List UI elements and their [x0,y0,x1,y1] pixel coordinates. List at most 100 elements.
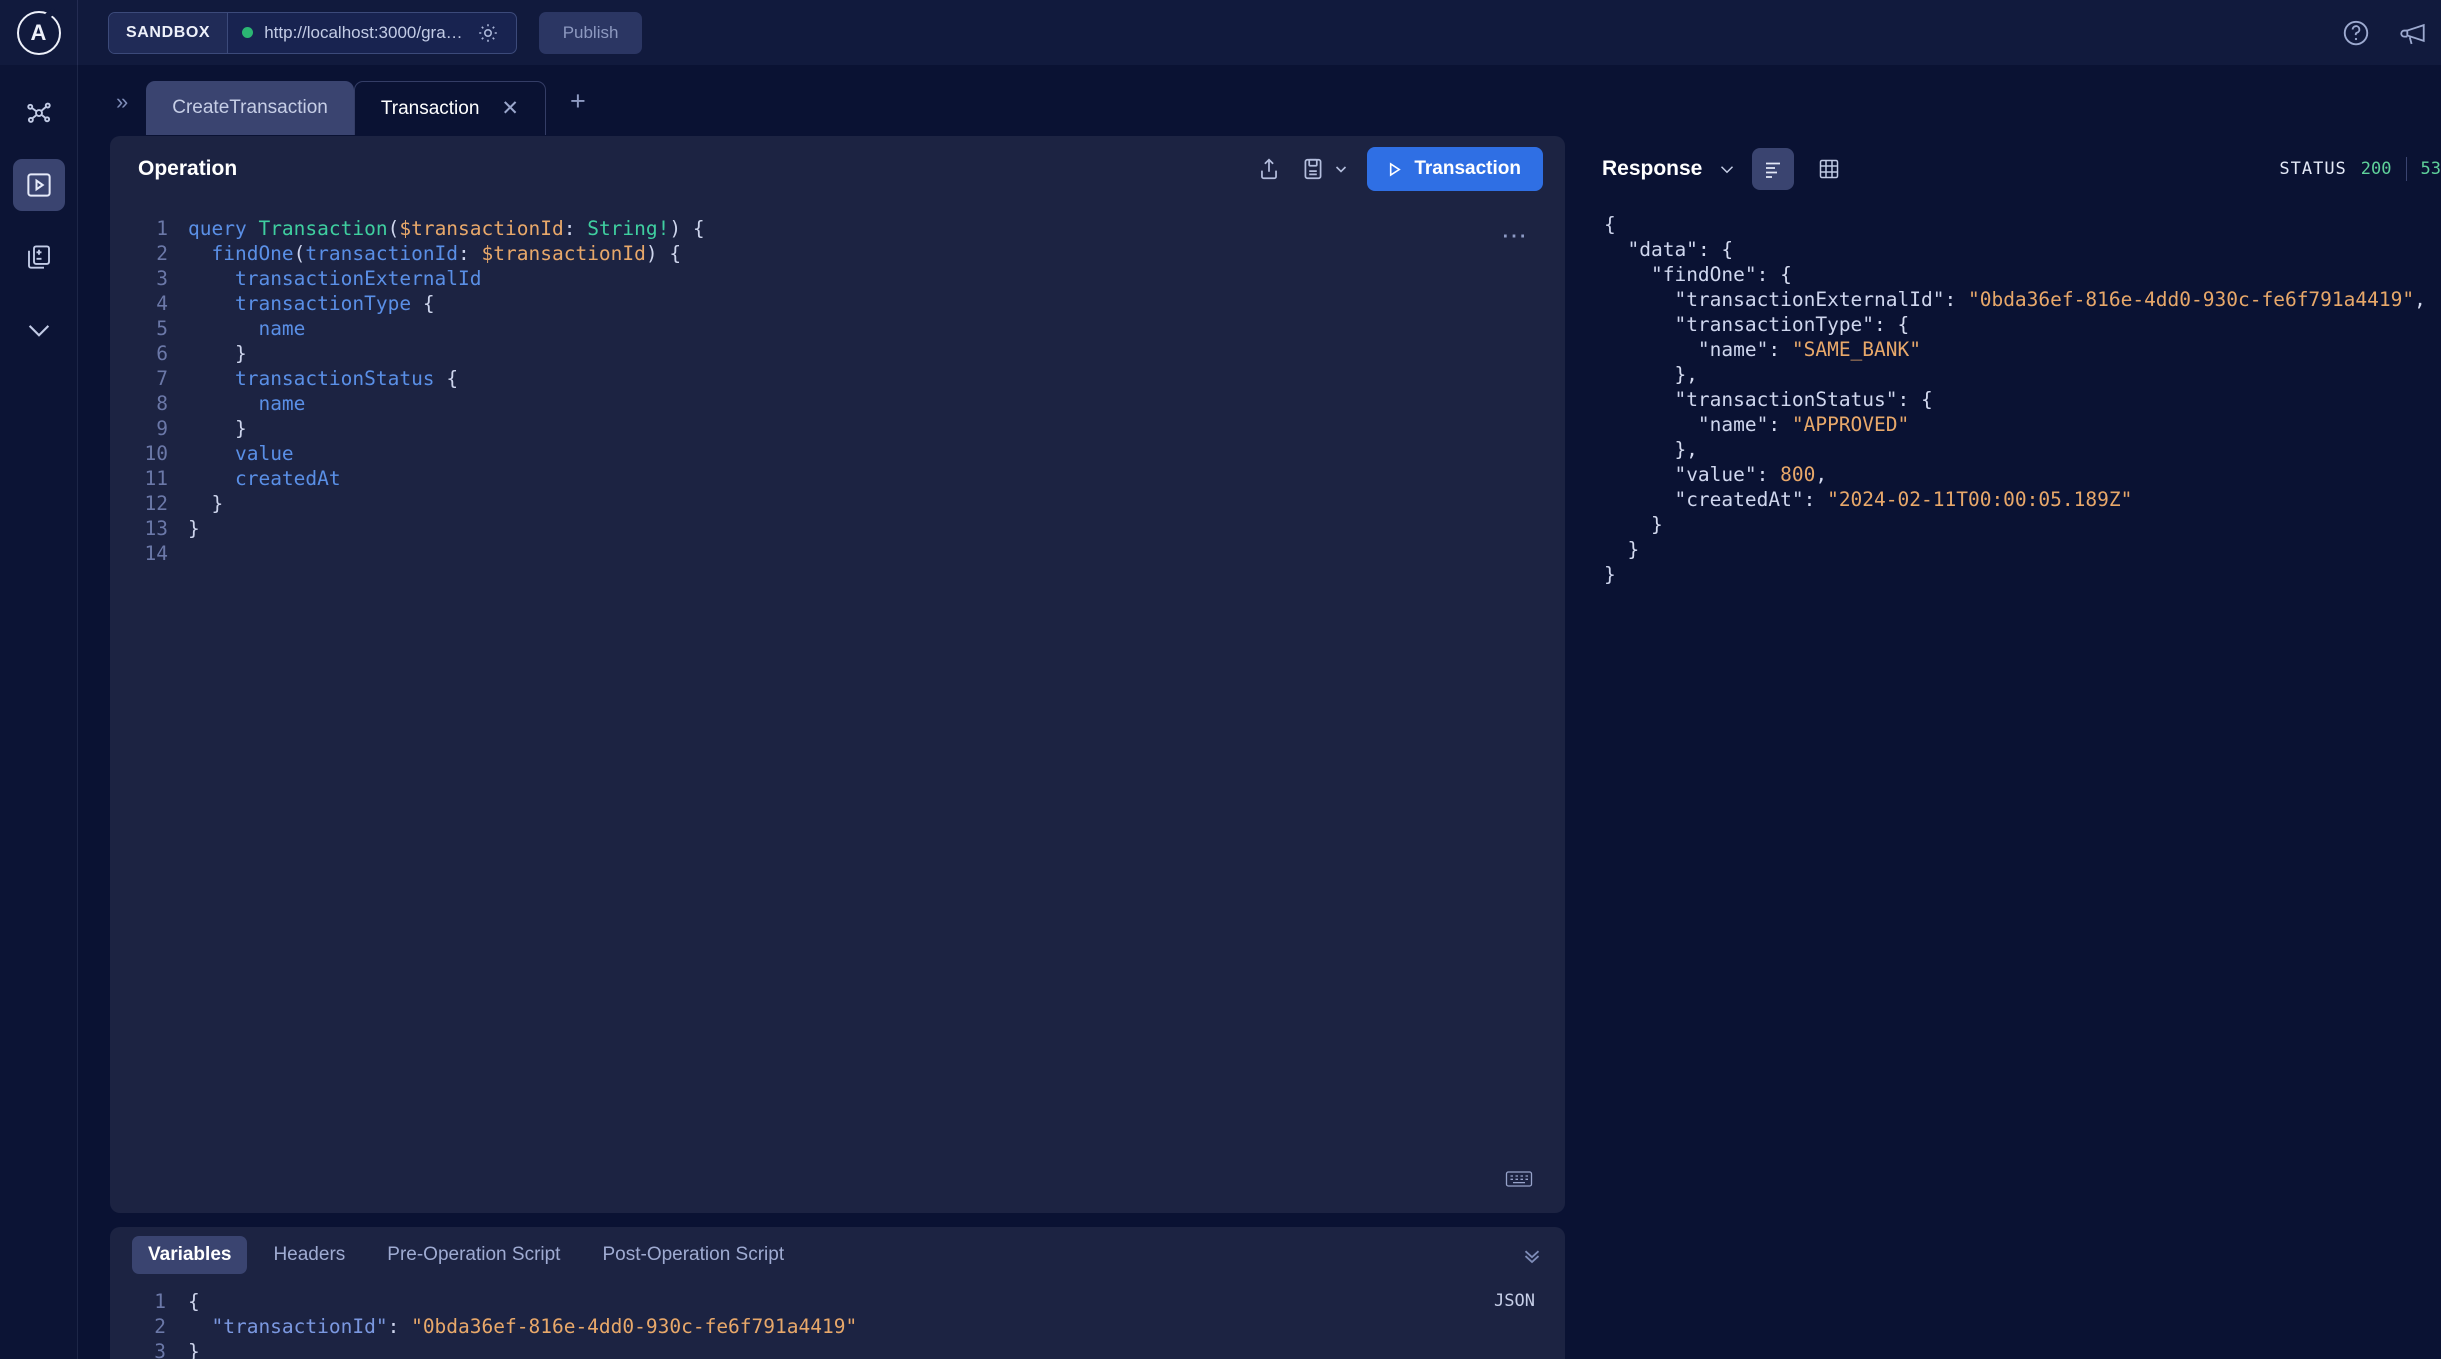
response-line: "value": 800, [1674,463,1828,486]
response-table-view-button[interactable] [1808,148,1850,190]
line-number: 14 [144,542,168,565]
line-number: 2 [156,242,168,265]
operation-editor[interactable]: ⋯ 1 query Transaction($transactionId: Str… [110,202,1565,1213]
save-button[interactable] [1300,156,1349,182]
sidebar-item-collections[interactable] [13,231,65,283]
chevron-double-down-icon[interactable] [1519,1242,1545,1268]
run-operation-label: Transaction [1414,158,1521,179]
megaphone-icon[interactable] [2397,18,2431,48]
run-operation-button[interactable]: Transaction [1367,147,1543,191]
code-content: createdAt [234,467,341,490]
tab-post-operation-script[interactable]: Post-Operation Script [586,1236,800,1274]
response-status: STATUS 200 53 [2279,157,2441,181]
variables-panel: Variables Headers Pre-Operation Script P… [110,1227,1565,1359]
chevron-down-icon[interactable] [1333,161,1349,177]
code-content: transactionExternalId [234,267,482,290]
code-line: 1 query Transaction($transactionId: Strin… [110,216,1565,241]
code-line: 13} [110,516,1565,541]
operation-panel: Operation Transaction ⋯ 1 query Transact… [110,136,1565,1213]
sidebar-item-schema[interactable] [13,87,65,139]
operation-header: Operation Transaction [110,136,1565,202]
code-line: 4 transactionType { [110,291,1565,316]
variables-content: { [188,1290,200,1313]
response-line: "name": "APPROVED" [1697,413,1910,436]
status-code: 200 [2360,159,2392,179]
response-line: "createdAt": "2024-02-11T00:00:05.189Z" [1674,488,2133,511]
response-json-view-button[interactable] [1752,148,1795,190]
gear-icon[interactable] [474,21,504,45]
logo-letter: A [30,19,47,45]
variables-line: 2 "transactionId": "0bda36ef-816e-4dd0-9… [110,1314,1565,1339]
endpoint-field[interactable]: http://localhost:3000/gra… [228,13,515,53]
code-content: } [234,417,247,440]
code-content: query Transaction($transactionId: String… [188,217,705,240]
response-line: }, [1604,438,1698,461]
tab-create-transaction[interactable]: CreateTransaction [146,81,354,135]
code-line: 5 name [110,316,1565,341]
tab-headers[interactable]: Headers [257,1236,361,1274]
line-number: 9 [156,417,168,440]
response-title: Response [1602,157,1703,180]
code-line: 7 transactionStatus { [110,366,1565,391]
response-time: 53 [2420,159,2441,179]
tab-label: CreateTransaction [172,97,328,118]
close-icon[interactable]: ✕ [501,98,519,119]
app-logo[interactable]: A [0,0,78,65]
variables-line: 3} [110,1339,1565,1359]
code-content: } [188,517,200,540]
chevron-double-right-icon[interactable]: » [108,89,146,135]
sandbox-chip[interactable]: SANDBOX [109,12,229,53]
top-bar-actions [2341,18,2441,48]
status-divider [2405,157,2407,181]
question-circle-icon[interactable] [2341,18,2371,48]
code-content: } [234,342,247,365]
variables-line: 1{ [110,1289,1565,1314]
page-title: Operation [138,157,238,180]
response-line: { [1604,213,1616,236]
top-bar: A SANDBOX http://localhost:3000/gra… Pub… [0,0,2441,65]
line-number: 12 [144,492,168,515]
variables-editor[interactable]: JSON 1{ 2 "transactionId": "0bda36ef-816… [110,1283,1565,1359]
operation-actions: Transaction [1256,147,1543,191]
response-line: } [1604,538,1640,561]
response-header: Response STATUS 200 53 [1590,136,2441,202]
code-line: 6 } [110,341,1565,366]
endpoint-bar: SANDBOX http://localhost:3000/gra… [108,11,517,54]
tab-variables[interactable]: Variables [132,1236,248,1274]
share-upload-icon[interactable] [1256,156,1282,182]
endpoint-url: http://localhost:3000/gra… [264,22,463,42]
table-grid-icon [1817,157,1841,181]
publish-button[interactable]: Publish [538,11,643,54]
response-panel: Response STATUS 200 53 {"data": {"find… [1590,136,2441,1359]
line-number: 11 [144,467,168,490]
connection-status-dot [242,27,254,38]
code-content: name [258,317,306,340]
plus-icon[interactable]: + [546,86,610,135]
keyboard-icon[interactable] [1505,1169,1533,1189]
variables-format-label: JSON [1494,1291,1535,1311]
save-disk-icon [1304,158,1322,180]
code-content: } [211,492,224,515]
line-number: 13 [144,517,168,540]
tab-transaction[interactable]: Transaction ✕ [353,81,547,135]
code-content: transactionStatus { [234,367,459,390]
line-number: 1 [156,217,168,240]
response-line: "transactionType": { [1674,313,1910,336]
sidebar-item-explorer[interactable] [12,159,65,211]
variables-content: "transactionId": "0bda36ef-816e-4dd0-930… [211,1315,858,1338]
line-number: 3 [156,267,168,290]
collections-icon [24,242,54,272]
tab-pre-operation-script[interactable]: Pre-Operation Script [371,1236,576,1274]
line-number: 2 [154,1315,166,1338]
code-content: transactionType { [234,292,435,315]
line-number: 10 [144,442,168,465]
variables-tab-bar: Variables Headers Pre-Operation Script P… [110,1227,1565,1283]
sidebar-item-checks[interactable] [13,303,65,355]
chevron-down-icon[interactable] [1716,158,1738,180]
list-lines-icon [1761,157,1785,181]
line-number: 8 [156,392,168,415]
status-label: STATUS [2279,159,2347,179]
ellipsis-icon[interactable]: ⋯ [1501,220,1529,251]
response-body[interactable]: { "data": { "findOne": { "transactionExt… [1590,202,2441,587]
play-square-icon [24,170,54,200]
